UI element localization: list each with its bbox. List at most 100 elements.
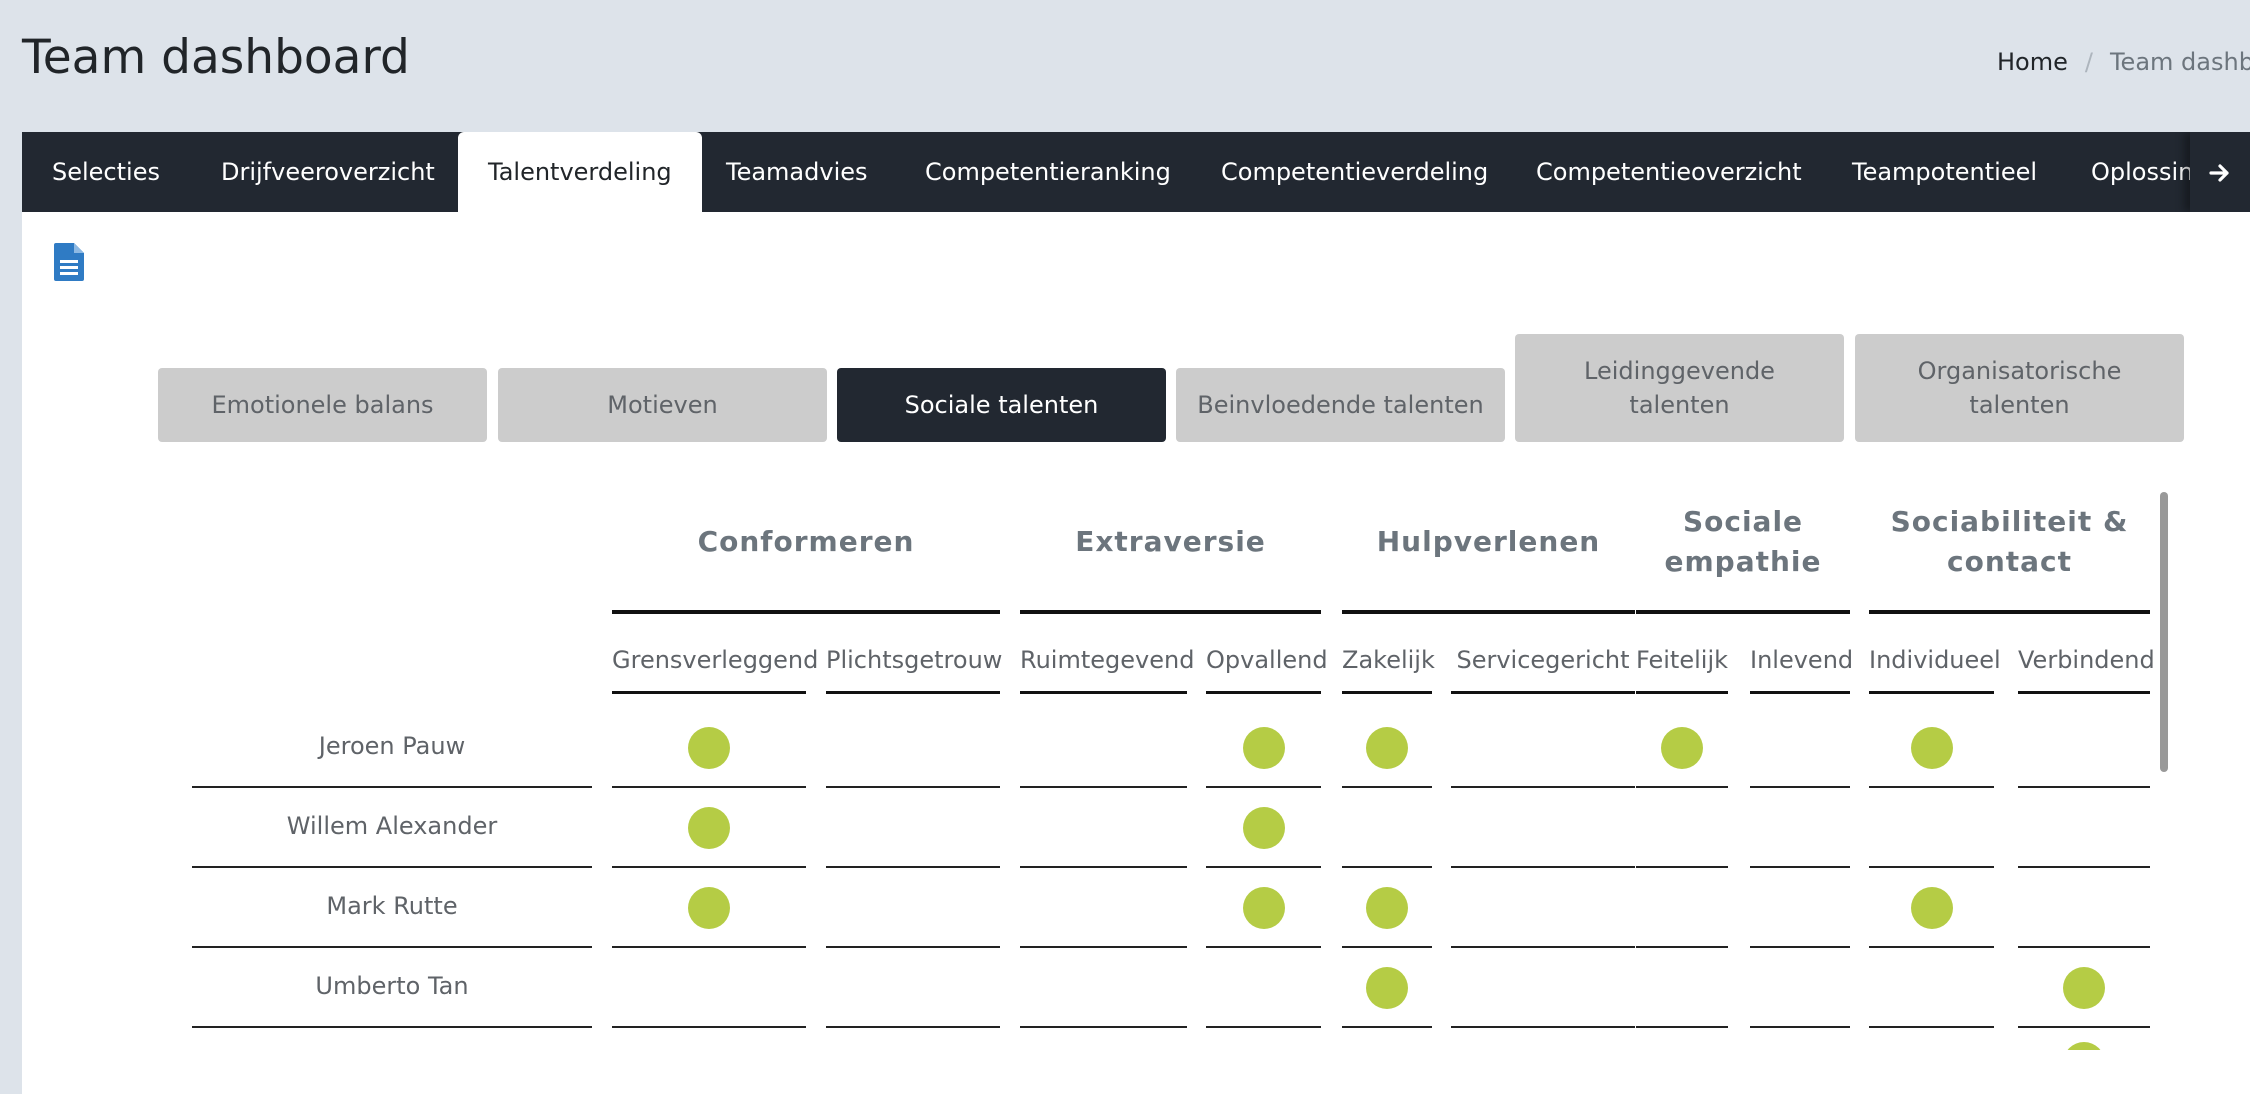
cell-underline xyxy=(1342,786,1432,788)
cell-underline xyxy=(826,1026,1000,1028)
breadcrumb-separator: / xyxy=(2084,48,2093,76)
breadcrumb: Home / Team dashboard xyxy=(1997,48,2250,76)
cell-underline xyxy=(2018,946,2150,948)
talent-marker xyxy=(1366,727,1408,769)
table-scrollbar[interactable] xyxy=(2160,492,2168,772)
column-header: Verbindend xyxy=(2018,646,2155,674)
column-underline xyxy=(1206,691,1321,694)
talent-marker xyxy=(1242,807,1285,849)
group-header: Sociale empathie xyxy=(1664,505,1822,578)
cell-underline xyxy=(1206,946,1321,948)
cell-underline xyxy=(826,866,1000,868)
column-underline xyxy=(826,691,1000,694)
tab-teamadvies[interactable]: Teamadvies xyxy=(726,132,868,212)
talent-matrix: Conformeren Grensverleggend Plichtsgetrouw… xyxy=(22,212,2250,1094)
cell-underline xyxy=(1451,946,1635,948)
cell-underline xyxy=(612,866,806,868)
group-header: Hulpverlenen xyxy=(1376,525,1601,558)
column-header: Feitelijk xyxy=(1636,646,1729,674)
breadcrumb-home-link[interactable]: Home xyxy=(1997,48,2068,76)
cell-underline xyxy=(1869,866,1994,868)
row-name: Jeroen Pauw xyxy=(318,732,466,760)
row-underline xyxy=(192,866,592,868)
talent-marker xyxy=(1661,727,1703,769)
cell-underline xyxy=(1750,786,1850,788)
cell-underline xyxy=(2018,1026,2150,1028)
talent-marker xyxy=(688,807,730,849)
column-underline xyxy=(1451,691,1635,694)
cell-underline xyxy=(612,946,806,948)
cell-underline xyxy=(826,946,1000,948)
group-underline xyxy=(1636,610,1850,614)
talent-marker xyxy=(1366,887,1408,929)
column-underline xyxy=(1750,691,1850,694)
cell-underline xyxy=(1636,946,1728,948)
main-content: Emotionele balans Motieven Sociale talen… xyxy=(22,212,2250,1094)
column-header: Ruimtegevend xyxy=(1020,646,1195,674)
row-name: Mark Rutte xyxy=(326,892,458,920)
tab-competentieoverzicht[interactable]: Competentieoverzicht xyxy=(1536,132,1802,212)
column-header: Grensverleggend xyxy=(612,646,819,674)
cell-underline xyxy=(1636,866,1728,868)
content-bottom-edge xyxy=(22,1050,2250,1094)
row-name: Willem Alexander xyxy=(286,812,498,840)
talent-marker xyxy=(1366,967,1408,1009)
cell-underline xyxy=(1020,786,1187,788)
tab-selecties[interactable]: Selecties xyxy=(52,132,160,212)
column-header: Inlevend xyxy=(1750,646,1854,674)
cell-underline xyxy=(2018,866,2150,868)
group-header: Sociabiliteit & contact xyxy=(1890,505,2129,578)
cell-underline xyxy=(826,786,1000,788)
row-name: Umberto Tan xyxy=(315,972,469,1000)
page-header: Team dashboard Home / Team dashboard xyxy=(0,0,2250,132)
talent-marker xyxy=(2063,967,2105,1009)
cell-underline xyxy=(612,786,806,788)
talent-marker xyxy=(1242,887,1285,929)
row-underline xyxy=(192,1026,592,1028)
cell-underline xyxy=(1451,1026,1635,1028)
column-header: Zakelijk xyxy=(1342,646,1435,674)
arrow-right-icon xyxy=(2209,163,2229,182)
cell-underline xyxy=(1451,786,1635,788)
tab-competentieranking[interactable]: Competentieranking xyxy=(925,132,1171,212)
talent-marker xyxy=(688,727,730,769)
column-header: Opvallend xyxy=(1206,646,1328,674)
column-underline xyxy=(2018,691,2150,694)
cell-underline xyxy=(1750,866,1850,868)
column-header: Servicegericht xyxy=(1456,646,1630,674)
cell-underline xyxy=(1020,866,1187,868)
group-header: Conformeren xyxy=(697,525,915,558)
cell-underline xyxy=(1020,1026,1187,1028)
cell-underline xyxy=(1869,786,1994,788)
group-underline xyxy=(1020,610,1321,614)
group-header: Extraversie xyxy=(1075,525,1266,558)
column-header: Individueel xyxy=(1869,646,2001,674)
page-title: Team dashboard xyxy=(22,30,410,85)
cell-underline xyxy=(1636,786,1728,788)
tab-scroll-right-button[interactable] xyxy=(2190,132,2250,212)
group-underline xyxy=(1869,610,2150,614)
cell-underline xyxy=(1750,946,1850,948)
tab-teampotentieel[interactable]: Teampotentieel xyxy=(1852,132,2037,212)
cell-underline xyxy=(1206,786,1321,788)
row-underline xyxy=(192,946,592,948)
cell-underline xyxy=(1869,1026,1994,1028)
column-underline xyxy=(1636,691,1728,694)
cell-underline xyxy=(1342,1026,1432,1028)
group-underline xyxy=(1342,610,1635,614)
talent-marker xyxy=(1910,887,1953,929)
tab-competentieverdeling[interactable]: Competentieverdeling xyxy=(1221,132,1488,212)
column-header: Plichtsgetrouw xyxy=(826,646,1003,674)
tab-drijfveeroverzicht[interactable]: Drijfveeroverzicht xyxy=(221,132,435,212)
talent-marker xyxy=(1242,727,1285,769)
tab-talentverdeling[interactable]: Talentverdeling xyxy=(458,132,702,212)
cell-underline xyxy=(1750,1026,1850,1028)
tab-bar: Selecties Drijfveeroverzicht Talentverde… xyxy=(22,132,2250,212)
cell-underline xyxy=(1342,866,1432,868)
column-underline xyxy=(612,691,806,694)
group-underline xyxy=(612,610,1000,614)
row-underline xyxy=(192,786,592,788)
column-underline xyxy=(1342,691,1432,694)
breadcrumb-current: Team dashboard xyxy=(2109,48,2250,76)
column-underline xyxy=(1869,691,1994,694)
